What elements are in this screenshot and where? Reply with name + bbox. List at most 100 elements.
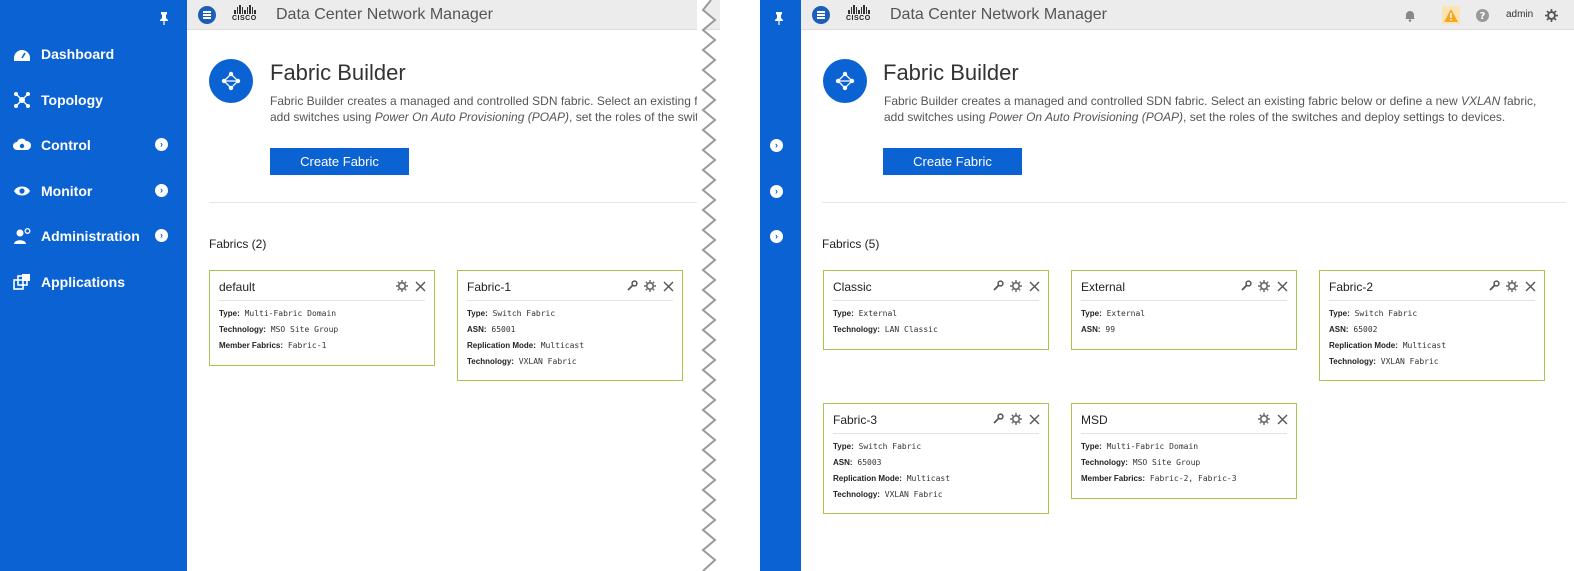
screenshot-stage: Dashboard Topology Control › Monitor › A…: [0, 0, 1574, 571]
svg-text:?: ?: [1479, 11, 1485, 22]
chevron-right-icon[interactable]: ›: [155, 229, 168, 242]
card-row: ASN: 65001: [467, 325, 516, 334]
sidebar-collapsed: › › ›: [760, 0, 801, 571]
close-icon[interactable]: [413, 279, 427, 293]
close-icon[interactable]: [1027, 279, 1041, 293]
card-row: Type: Switch Fabric: [1329, 309, 1418, 318]
fabric-builder-icon: [209, 59, 253, 103]
close-icon[interactable]: [1523, 279, 1537, 293]
topology-icon: [12, 90, 32, 110]
fabric-card-title: External: [1081, 280, 1126, 294]
pin-icon[interactable]: [773, 11, 785, 28]
hamburger-menu-icon[interactable]: [198, 6, 216, 24]
admin-user-icon: [12, 226, 32, 246]
card-row: Member Fabrics: Fabric-2, Fabric-3: [1081, 474, 1237, 483]
card-row: Technology: VXLAN Fabric: [833, 490, 943, 499]
cisco-logo: CISCO: [232, 5, 268, 25]
help-icon[interactable]: ?: [1474, 7, 1490, 23]
chevron-right-icon[interactable]: ›: [770, 230, 783, 243]
user-menu[interactable]: admin: [1506, 9, 1533, 20]
card-actions: [1257, 412, 1289, 426]
sidebar-item-dashboard[interactable]: Dashboard: [0, 40, 187, 68]
sidebar-item-label: Control: [41, 137, 91, 153]
card-row: Replication Mode: Multicast: [1329, 341, 1447, 350]
card-row: Type: Multi-Fabric Domain: [1081, 442, 1199, 451]
wrench-icon[interactable]: [625, 279, 639, 293]
fabric-card-default[interactable]: default Type: Multi-Fabric Domain Techno…: [209, 270, 435, 366]
page-title: Fabric Builder: [270, 60, 406, 85]
fabric-card-fabric-2[interactable]: Fabric-2 Type: Switch Fabric ASN: 65002 …: [1319, 270, 1545, 381]
card-actions: [991, 412, 1041, 426]
card-actions: [625, 279, 675, 293]
fabric-builder-icon: [823, 59, 867, 103]
fabric-card-title: Fabric-3: [833, 413, 878, 427]
gear-icon[interactable]: [1257, 412, 1271, 426]
card-separator: [833, 433, 1039, 434]
gear-icon[interactable]: [643, 279, 657, 293]
sidebar-item-administration[interactable]: Administration ›: [0, 222, 187, 250]
sidebar-item-label: Topology: [41, 92, 103, 108]
card-row: ASN: 65002: [1329, 325, 1378, 334]
bell-icon[interactable]: [1402, 7, 1418, 23]
card-row: Type: External: [1081, 309, 1146, 318]
divider: [209, 202, 699, 203]
card-actions: [991, 279, 1041, 293]
wrench-icon[interactable]: [991, 279, 1005, 293]
card-row: Type: Multi-Fabric Domain: [219, 309, 337, 318]
chevron-right-icon[interactable]: ›: [770, 139, 783, 152]
page-description: Fabric Builder creates a managed and con…: [884, 94, 1537, 124]
sidebar-item-control[interactable]: Control ›: [0, 131, 187, 159]
sidebar-item-label: Monitor: [41, 183, 93, 199]
card-actions: [1239, 279, 1289, 293]
gear-icon[interactable]: [1009, 412, 1023, 426]
gear-icon[interactable]: [1009, 279, 1023, 293]
wrench-icon[interactable]: [1239, 279, 1253, 293]
gear-icon[interactable]: [1505, 279, 1519, 293]
close-icon[interactable]: [1027, 412, 1041, 426]
fabric-card-classic[interactable]: Classic Type: External Technology: LAN C…: [823, 270, 1049, 350]
fabric-card-fabric-3[interactable]: Fabric-3 Type: Switch Fabric ASN: 65003 …: [823, 403, 1049, 514]
card-row: ASN: 65003: [833, 458, 882, 467]
wrench-icon[interactable]: [1487, 279, 1501, 293]
pin-icon[interactable]: [158, 11, 170, 28]
warning-icon[interactable]: [1442, 6, 1460, 24]
card-row: Type: External: [833, 309, 898, 318]
right-panel: › › › CISCO Data Center Network Manager …: [760, 0, 1574, 571]
chevron-right-icon[interactable]: ›: [155, 138, 168, 151]
sidebar-item-applications[interactable]: Applications: [0, 268, 187, 296]
gear-icon[interactable]: [1257, 279, 1271, 293]
dashboard-icon: [12, 44, 32, 64]
card-row: Type: Switch Fabric: [833, 442, 922, 451]
card-separator: [219, 300, 425, 301]
fabric-card-fabric-1[interactable]: Fabric-1 Type: Switch Fabric ASN: 65001 …: [457, 270, 683, 381]
card-separator: [1081, 300, 1287, 301]
hamburger-menu-icon[interactable]: [812, 6, 830, 24]
close-icon[interactable]: [1275, 279, 1289, 293]
create-fabric-button[interactable]: Create Fabric: [270, 148, 409, 175]
sidebar-item-label: Applications: [41, 274, 126, 290]
card-row: Technology: VXLAN Fabric: [467, 357, 577, 366]
fabric-card-external[interactable]: External Type: External ASN: 99: [1071, 270, 1297, 350]
gear-icon[interactable]: [395, 279, 409, 293]
card-separator: [833, 300, 1039, 301]
top-bar: CISCO Data Center Network Manager ? admi…: [801, 0, 1574, 30]
close-icon[interactable]: [1275, 412, 1289, 426]
wrench-icon[interactable]: [991, 412, 1005, 426]
card-row: Technology: VXLAN Fabric: [1329, 357, 1439, 366]
card-separator: [1329, 300, 1535, 301]
gear-icon[interactable]: [1543, 7, 1559, 23]
chevron-right-icon[interactable]: ›: [770, 185, 783, 198]
eye-icon: [12, 181, 32, 201]
control-icon: [12, 135, 32, 155]
close-icon[interactable]: [661, 279, 675, 293]
create-fabric-button[interactable]: Create Fabric: [883, 148, 1022, 175]
sidebar-item-monitor[interactable]: Monitor ›: [0, 177, 187, 205]
fabric-card-title: Fabric-1: [467, 280, 512, 294]
fabric-card-msd[interactable]: MSD Type: Multi-Fabric Domain Technology…: [1071, 403, 1297, 499]
left-panel: Dashboard Topology Control › Monitor › A…: [0, 0, 720, 571]
torn-edge-divider: [697, 0, 717, 571]
sidebar-item-topology[interactable]: Topology: [0, 86, 187, 114]
sidebar-item-label: Administration: [41, 228, 140, 244]
chevron-right-icon[interactable]: ›: [155, 184, 168, 197]
card-row: Replication Mode: Multicast: [833, 474, 951, 483]
